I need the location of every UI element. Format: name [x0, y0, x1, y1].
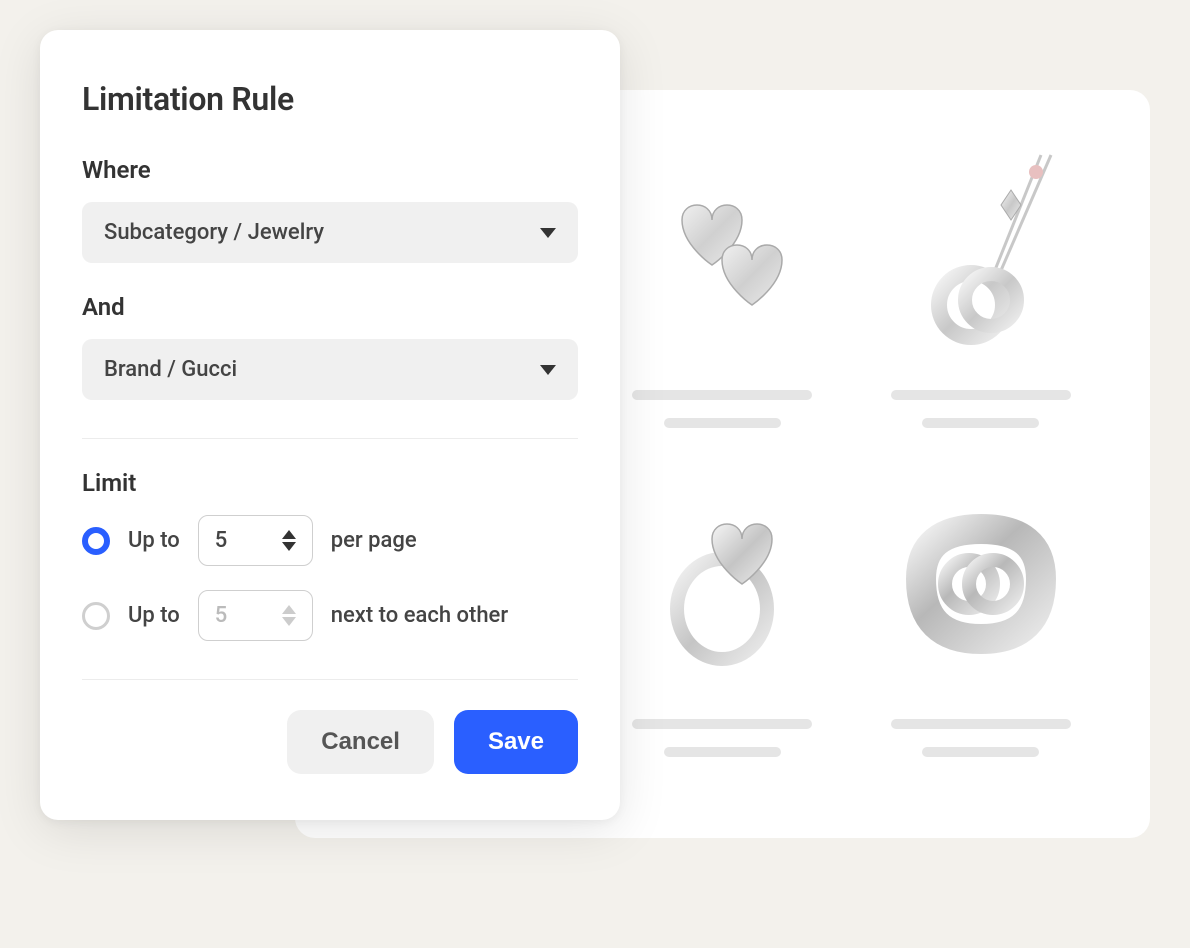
product-card	[613, 479, 831, 778]
skeleton-line	[664, 418, 781, 428]
limit-per-page-row: Up to 5 per page	[82, 515, 578, 566]
radio-next-to[interactable]	[82, 602, 110, 630]
divider	[82, 438, 578, 439]
cancel-button[interactable]: Cancel	[287, 710, 434, 774]
dialog-title: Limitation Rule	[82, 80, 578, 118]
limit-next-to-row: Up to 5 next to each other	[82, 590, 578, 641]
next-to-value: 5	[215, 603, 228, 628]
product-image-heart-ring	[632, 479, 812, 689]
and-dropdown[interactable]: Brand / Gucci	[82, 339, 578, 400]
limit-prefix: Up to	[128, 603, 180, 628]
product-image-interlock-ring	[891, 479, 1071, 689]
product-card	[872, 150, 1090, 449]
where-dropdown[interactable]: Subcategory / Jewelry	[82, 202, 578, 263]
skeleton-line	[891, 390, 1071, 400]
per-page-value: 5	[215, 528, 228, 553]
and-label: And	[82, 293, 578, 321]
limit-suffix: next to each other	[331, 603, 508, 628]
stepper-up-icon[interactable]	[282, 530, 296, 539]
product-image-pendant-necklace	[891, 150, 1071, 360]
next-to-stepper[interactable]: 5	[198, 590, 313, 641]
skeleton-line	[664, 747, 781, 757]
caret-down-icon	[540, 365, 556, 375]
per-page-stepper[interactable]: 5	[198, 515, 313, 566]
product-card	[613, 150, 831, 449]
skeleton-line	[632, 390, 812, 400]
limit-label: Limit	[82, 469, 578, 497]
limitation-rule-dialog: Limitation Rule Where Subcategory / Jewe…	[40, 30, 620, 820]
where-dropdown-value: Subcategory / Jewelry	[104, 220, 324, 245]
radio-per-page[interactable]	[82, 527, 110, 555]
and-dropdown-value: Brand / Gucci	[104, 357, 237, 382]
skeleton-line	[632, 719, 812, 729]
limit-suffix: per page	[331, 528, 417, 553]
product-card	[872, 479, 1090, 778]
save-button[interactable]: Save	[454, 710, 578, 774]
limit-prefix: Up to	[128, 528, 180, 553]
where-label: Where	[82, 156, 578, 184]
stepper-down-icon[interactable]	[282, 617, 296, 626]
skeleton-line	[922, 418, 1039, 428]
caret-down-icon	[540, 228, 556, 238]
skeleton-line	[891, 719, 1071, 729]
stepper-up-icon[interactable]	[282, 605, 296, 614]
skeleton-line	[922, 747, 1039, 757]
dialog-footer: Cancel Save	[82, 710, 578, 774]
divider	[82, 679, 578, 680]
product-image-heart-earrings	[632, 150, 812, 360]
stepper-down-icon[interactable]	[282, 542, 296, 551]
